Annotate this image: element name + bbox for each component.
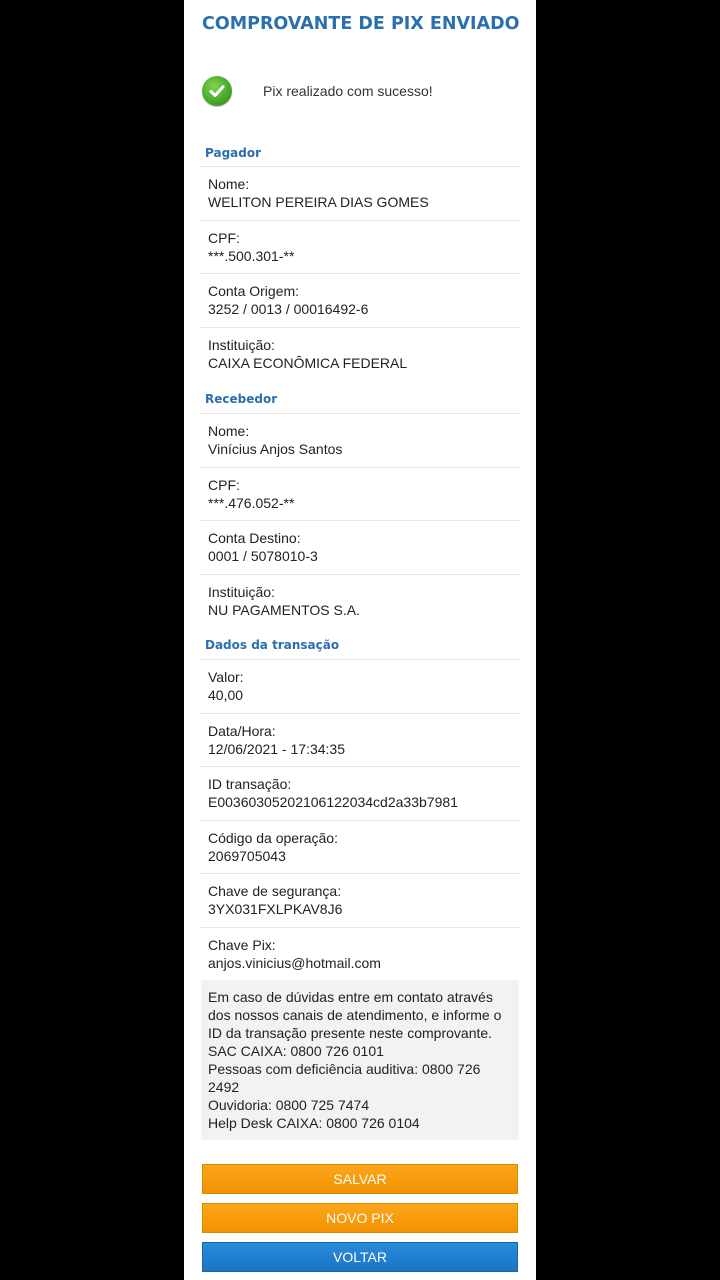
pagador-nome-label: Nome: — [208, 176, 250, 192]
pagador-cpf-value: ***.500.301-** — [208, 247, 295, 264]
recebedor-instituicao-row: Instituição: NU PAGAMENTOS S.A. — [201, 573, 519, 628]
recebedor-instituicao-label: Instituição: — [208, 583, 275, 600]
transacao-chave-pix-value: anjos.vinicius@hotmail.com — [208, 954, 381, 971]
recebedor-cpf-label: CPF: — [208, 476, 240, 493]
pagador-instituicao-row: Instituição: CAIXA ECONÔMICA FEDERAL — [201, 326, 519, 381]
transacao-codigo-value: 2069705043 — [208, 847, 286, 864]
transacao-valor-value: 40,00 — [208, 687, 244, 703]
transacao-chave-seguranca-row: Chave de segurança: 3YX031FXLPKAV8J6 — [201, 873, 519, 927]
deficiencia-phone: Pessoas com deficiência auditiva: 0800 7… — [208, 1061, 481, 1095]
ouvidoria-phone: Ouvidoria: 0800 725 7474 — [208, 1097, 370, 1113]
transacao-datahora-row: Data/Hora: 12/06/2021 - 17:34:35 — [201, 712, 519, 767]
pagador-conta-row: Conta Origem: 3252 / 0013 / 00016492-6 — [201, 273, 519, 327]
transacao-id-label: ID transação: — [208, 776, 292, 792]
pagador-instituicao-label: Instituição: — [208, 336, 275, 353]
recebedor-cpf-row: CPF: ***.476.052-** — [201, 466, 519, 521]
transacao-datahora-value: 12/06/2021 - 17:34:35 — [208, 740, 346, 757]
transacao-valor-row: Valor: 40,00 — [201, 659, 519, 713]
transacao-chave-seguranca-value: 3YX031FXLPKAV8J6 — [208, 901, 343, 917]
section-title-pagador: Pagador — [205, 146, 262, 160]
section-title-recebedor: Recebedor — [205, 392, 278, 406]
transacao-id-row: ID transação: E00360305202106122034cd2a3… — [201, 766, 519, 820]
pagador-cpf-label: CPF: — [208, 229, 240, 246]
transacao-id-value: E00360305202106122034cd2a33b7981 — [208, 794, 458, 810]
recebedor-instituicao-value: NU PAGAMENTOS S.A. — [208, 601, 360, 618]
transacao-codigo-row: Código da operação: 2069705043 — [201, 819, 519, 874]
section-title-transacao: Dados da transação — [205, 638, 340, 652]
sac-phone: SAC CAIXA: 0800 726 0101 — [208, 1043, 384, 1059]
transacao-chave-pix-label: Chave Pix: — [208, 936, 276, 953]
recebedor-nome-label: Nome: — [208, 423, 250, 439]
success-message: Pix realizado com sucesso! — [263, 83, 433, 99]
novo-pix-button[interactable]: NOVO PIX — [202, 1203, 518, 1233]
check-circle-icon — [202, 76, 232, 106]
transacao-codigo-label: Código da operação: — [208, 829, 338, 846]
pagador-details: Nome: WELITON PEREIRA DIAS GOMES CPF: **… — [201, 166, 519, 380]
recebedor-cpf-value: ***.476.052-** — [208, 494, 295, 511]
recebedor-nome-row: Nome: Vinícius Anjos Santos — [201, 413, 519, 467]
pagador-nome-value: WELITON PEREIRA DIAS GOMES — [208, 194, 429, 210]
pagador-cpf-row: CPF: ***.500.301-** — [201, 219, 519, 274]
transacao-valor-label: Valor: — [208, 669, 244, 685]
helpdesk-phone: Help Desk CAIXA: 0800 726 0104 — [208, 1115, 420, 1131]
recebedor-conta-label: Conta Destino: — [208, 530, 301, 546]
transacao-datahora-label: Data/Hora: — [208, 722, 276, 739]
help-notice: Em caso de dúvidas entre em contato atra… — [201, 980, 519, 1140]
pagador-conta-label: Conta Origem: — [208, 283, 300, 299]
recebedor-conta-row: Conta Destino: 0001 / 5078010-3 — [201, 520, 519, 574]
page-title: COMPROVANTE DE PIX ENVIADO — [202, 14, 520, 34]
pagador-nome-row: Nome: WELITON PEREIRA DIAS GOMES — [201, 166, 519, 220]
transacao-details: Valor: 40,00 Data/Hora: 12/06/2021 - 17:… — [201, 659, 519, 980]
recebedor-nome-value: Vinícius Anjos Santos — [208, 441, 343, 457]
pagador-instituicao-value: CAIXA ECONÔMICA FEDERAL — [208, 354, 408, 371]
salvar-button[interactable]: SALVAR — [202, 1164, 518, 1194]
transacao-chave-pix-row: Chave Pix: anjos.vinicius@hotmail.com — [201, 926, 519, 981]
recebedor-details: Nome: Vinícius Anjos Santos CPF: ***.476… — [201, 413, 519, 627]
pagador-conta-value: 3252 / 0013 / 00016492-6 — [208, 301, 369, 317]
help-intro: Em caso de dúvidas entre em contato atra… — [208, 989, 502, 1041]
recebedor-conta-value: 0001 / 5078010-3 — [208, 548, 318, 564]
voltar-button[interactable]: VOLTAR — [202, 1242, 518, 1272]
success-status: Pix realizado com sucesso! — [202, 74, 433, 108]
transacao-chave-seguranca-label: Chave de segurança: — [208, 883, 342, 899]
receipt-page: COMPROVANTE DE PIX ENVIADO Pix realizado… — [184, 0, 536, 1280]
